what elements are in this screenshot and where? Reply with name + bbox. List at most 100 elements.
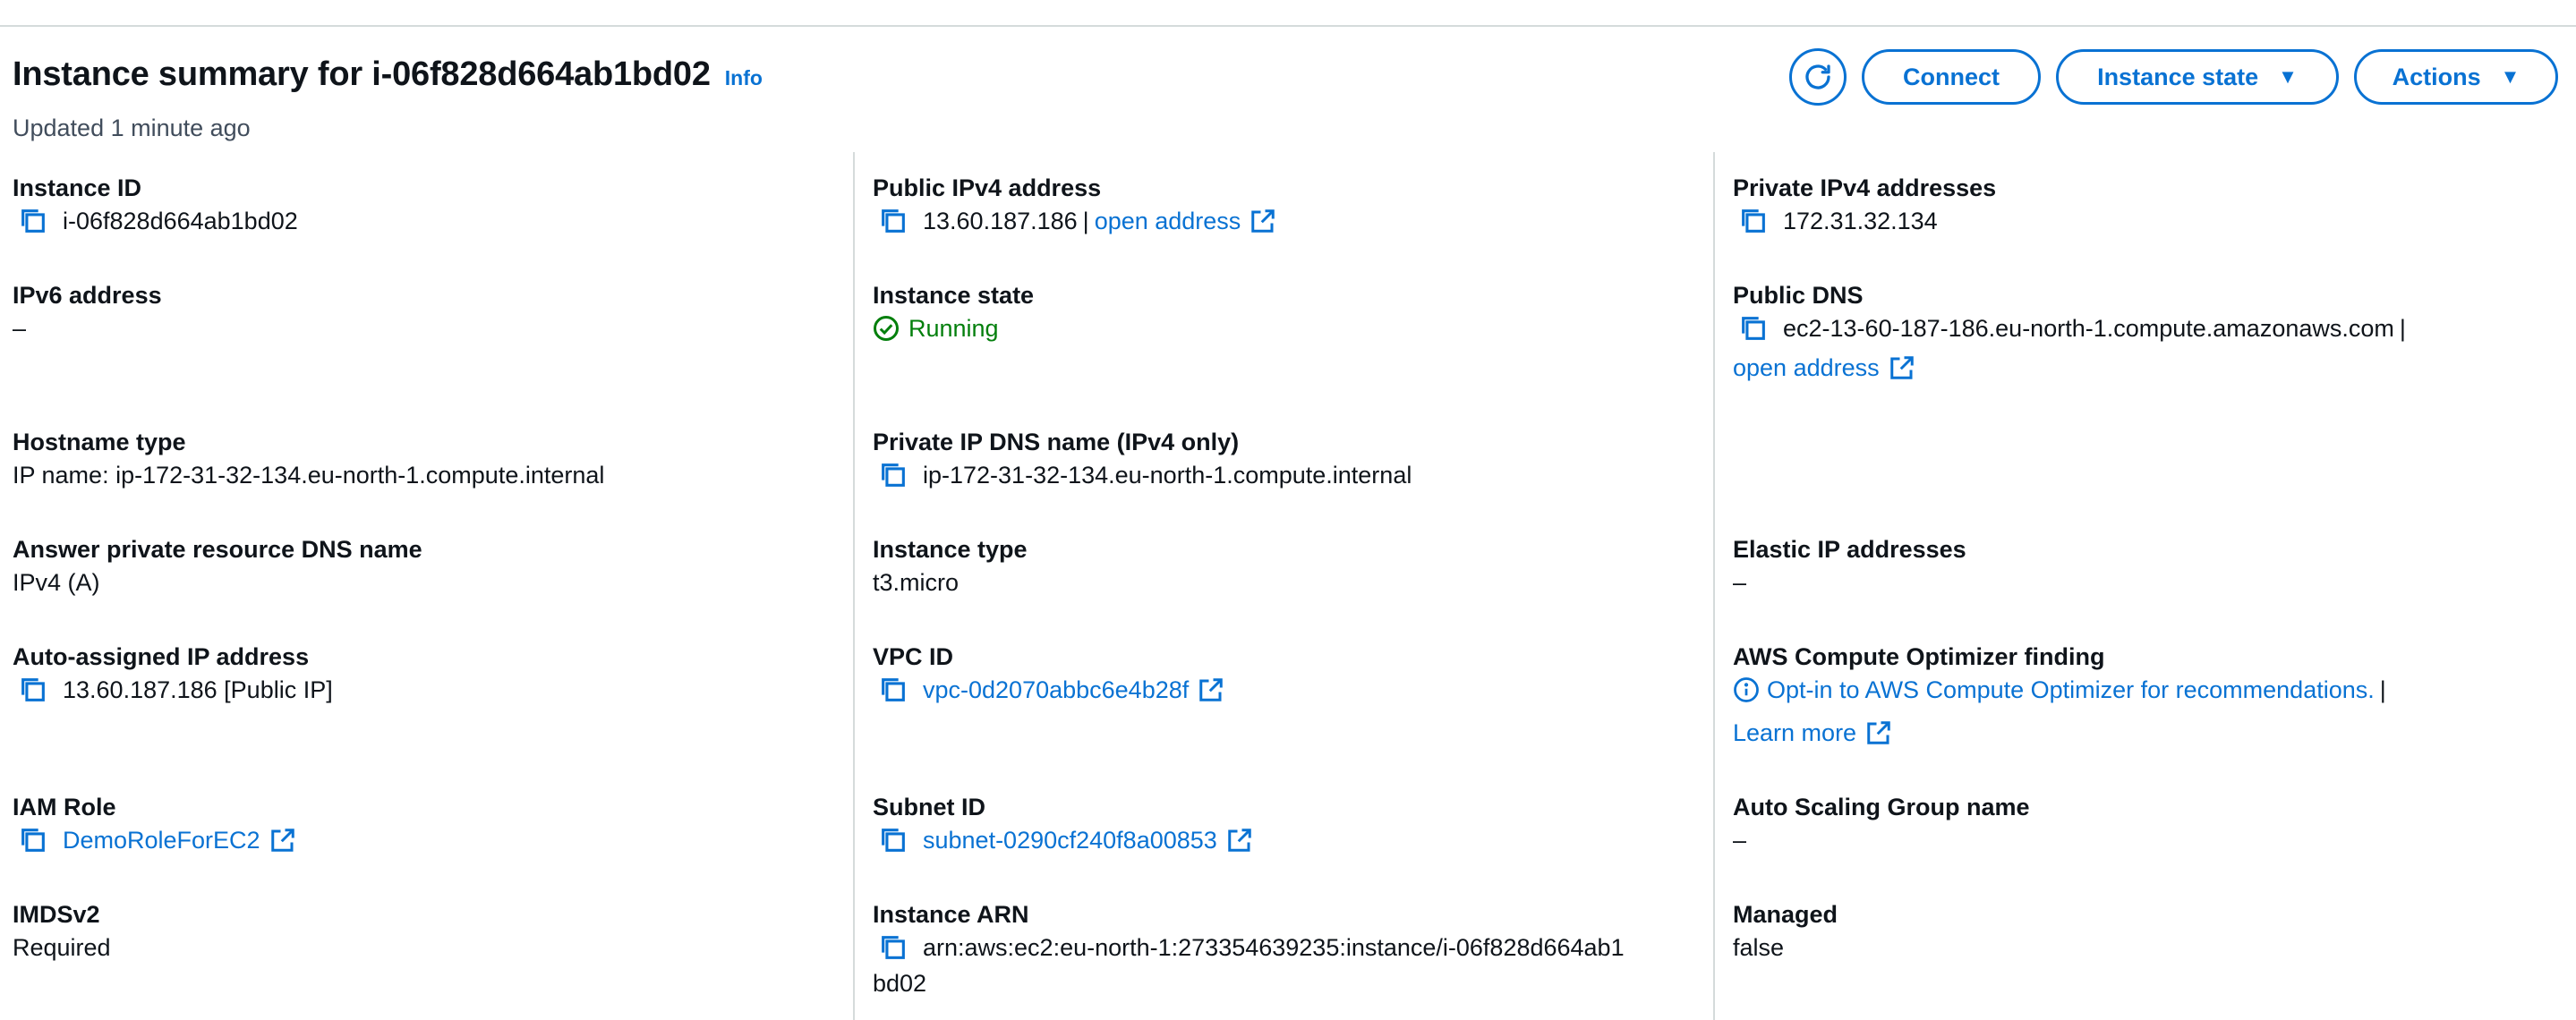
field-answer-dns: Answer private resource DNS name IPv4 (A… xyxy=(13,534,422,600)
field-iam-role: IAM Role DemoRoleForEC2 xyxy=(13,792,296,858)
vpc-id-link[interactable]: vpc-0d2070abbc6e4b28f xyxy=(923,672,1189,708)
field-private-dns: Private IP DNS name (IPv4 only) ip-172-3… xyxy=(873,427,1412,493)
field-label: Private IP DNS name (IPv4 only) xyxy=(873,429,1240,455)
hostname-type-value: IP name: ip-172-31-32-134.eu-north-1.com… xyxy=(13,462,605,489)
instance-state-button[interactable]: Instance state ▼ xyxy=(2056,49,2339,105)
external-link-icon[interactable] xyxy=(1250,208,1276,234)
field-label: Auto Scaling Group name xyxy=(1733,794,2030,820)
column-divider xyxy=(853,152,855,1020)
external-link-icon[interactable] xyxy=(1889,354,1915,381)
field-instance-state: Instance state Running xyxy=(873,280,1034,346)
instance-arn-value-cont: bd02 xyxy=(873,970,927,997)
field-instance-type: Instance type t3.micro xyxy=(873,534,1028,600)
copy-icon[interactable] xyxy=(18,825,48,855)
field-imdsv2: IMDSv2 Required xyxy=(13,899,111,965)
copy-icon[interactable] xyxy=(878,932,908,963)
connect-button-label: Connect xyxy=(1903,63,2000,90)
field-instance-id: Instance ID i-06f828d664ab1bd02 xyxy=(13,173,298,239)
refresh-icon xyxy=(1805,64,1830,89)
field-subnet-id: Subnet ID subnet-0290cf240f8a00853 xyxy=(873,792,1253,858)
instance-state-label: Instance state xyxy=(2097,63,2259,90)
copy-icon[interactable] xyxy=(878,675,908,705)
field-label: Instance ID xyxy=(13,174,142,201)
private-dns-value: ip-172-31-32-134.eu-north-1.compute.inte… xyxy=(923,462,1412,489)
page-title: Instance summary for i-06f828d664ab1bd02 xyxy=(13,55,711,93)
external-link-icon[interactable] xyxy=(269,827,296,854)
instance-id-value: i-06f828d664ab1bd02 xyxy=(63,208,298,234)
copy-icon[interactable] xyxy=(878,206,908,236)
external-link-icon[interactable] xyxy=(1198,676,1224,703)
instance-arn-value: arn:aws:ec2:eu-north-1:273354639235:inst… xyxy=(923,934,1625,961)
public-ipv4-value: 13.60.187.186 xyxy=(923,208,1078,234)
separator: | xyxy=(2379,676,2386,703)
field-label: Instance ARN xyxy=(873,901,1029,928)
field-ipv6: IPv6 address – xyxy=(13,280,162,346)
copy-icon[interactable] xyxy=(1738,206,1769,236)
copy-icon[interactable] xyxy=(1738,313,1769,344)
field-label: Hostname type xyxy=(13,429,186,455)
field-private-ipv4: Private IPv4 addresses 172.31.32.134 xyxy=(1733,173,1996,239)
managed-value: false xyxy=(1733,934,1785,961)
field-label: Private IPv4 addresses xyxy=(1733,174,1997,201)
field-label: IAM Role xyxy=(13,794,116,820)
copy-icon[interactable] xyxy=(18,675,48,705)
imdsv2-value: Required xyxy=(13,934,111,961)
field-label: VPC ID xyxy=(873,643,954,670)
learn-more-link[interactable]: Learn more xyxy=(1733,715,1856,751)
answer-dns-value: IPv4 (A) xyxy=(13,569,100,596)
caret-down-icon: ▼ xyxy=(2278,65,2298,88)
subnet-id-link[interactable]: subnet-0290cf240f8a00853 xyxy=(923,822,1217,858)
elastic-ip-value: – xyxy=(1733,569,1747,596)
open-address-link[interactable]: open address xyxy=(1095,203,1241,239)
field-label: IPv6 address xyxy=(13,282,162,309)
field-label: Instance state xyxy=(873,282,1035,309)
open-address-link[interactable]: open address xyxy=(1733,350,1880,386)
ipv6-value: – xyxy=(13,315,27,342)
updated-timestamp: Updated 1 minute ago xyxy=(13,115,251,141)
field-asg-name: Auto Scaling Group name – xyxy=(1733,792,2030,858)
actions-label: Actions xyxy=(2392,63,2481,90)
external-link-icon[interactable] xyxy=(1865,719,1892,746)
page-header: Instance summary for i-06f828d664ab1bd02… xyxy=(13,55,763,94)
field-auto-ip: Auto-assigned IP address 13.60.187.186 [… xyxy=(13,642,333,708)
separator: | xyxy=(1082,208,1089,234)
field-compute-optimizer: AWS Compute Optimizer finding Opt-in to … xyxy=(1733,642,2556,751)
field-public-dns: Public DNS ec2-13-60-187-186.eu-north-1.… xyxy=(1733,280,2556,386)
asg-value: – xyxy=(1733,827,1747,854)
public-dns-value: ec2-13-60-187-186.eu-north-1.compute.ama… xyxy=(1783,315,2394,342)
copy-icon[interactable] xyxy=(878,460,908,490)
field-label: Instance type xyxy=(873,536,1028,563)
caret-down-icon: ▼ xyxy=(2500,65,2521,88)
info-link[interactable]: Info xyxy=(725,66,763,90)
field-public-ipv4: Public IPv4 address 13.60.187.186 | open… xyxy=(873,173,1276,239)
copy-icon[interactable] xyxy=(878,825,908,855)
refresh-button[interactable] xyxy=(1789,48,1847,106)
field-label: IMDSv2 xyxy=(13,901,100,928)
field-managed: Managed false xyxy=(1733,899,1838,965)
field-label: Managed xyxy=(1733,901,1838,928)
field-label: Public IPv4 address xyxy=(873,174,1102,201)
field-label: Public DNS xyxy=(1733,282,1864,309)
field-hostname-type: Hostname type IP name: ip-172-31-32-134.… xyxy=(13,427,604,493)
connect-button[interactable]: Connect xyxy=(1862,49,2041,105)
instance-type-value: t3.micro xyxy=(873,569,960,596)
top-separator xyxy=(0,0,2576,27)
actions-button[interactable]: Actions ▼ xyxy=(2354,49,2558,105)
field-label: Auto-assigned IP address xyxy=(13,643,310,670)
external-link-icon[interactable] xyxy=(1226,827,1253,854)
column-divider xyxy=(1713,152,1715,1020)
field-label: Answer private resource DNS name xyxy=(13,536,422,563)
header-actions: Connect Instance state ▼ Actions ▼ xyxy=(1789,48,2558,106)
field-label: AWS Compute Optimizer finding xyxy=(1733,643,2105,670)
instance-state-value: Running xyxy=(908,315,999,342)
info-icon xyxy=(1733,676,1760,703)
field-elastic-ip: Elastic IP addresses – xyxy=(1733,534,1966,600)
iam-role-link[interactable]: DemoRoleForEC2 xyxy=(63,822,260,858)
separator: | xyxy=(2399,315,2406,342)
optimizer-opt-in-link[interactable]: Opt-in to AWS Compute Optimizer for reco… xyxy=(1767,672,2375,708)
field-label: Elastic IP addresses xyxy=(1733,536,1966,563)
copy-icon[interactable] xyxy=(18,206,48,236)
success-check-icon xyxy=(873,315,900,342)
auto-ip-value: 13.60.187.186 [Public IP] xyxy=(63,676,333,703)
field-instance-arn: Instance ARN arn:aws:ec2:eu-north-1:2733… xyxy=(873,899,1625,1001)
